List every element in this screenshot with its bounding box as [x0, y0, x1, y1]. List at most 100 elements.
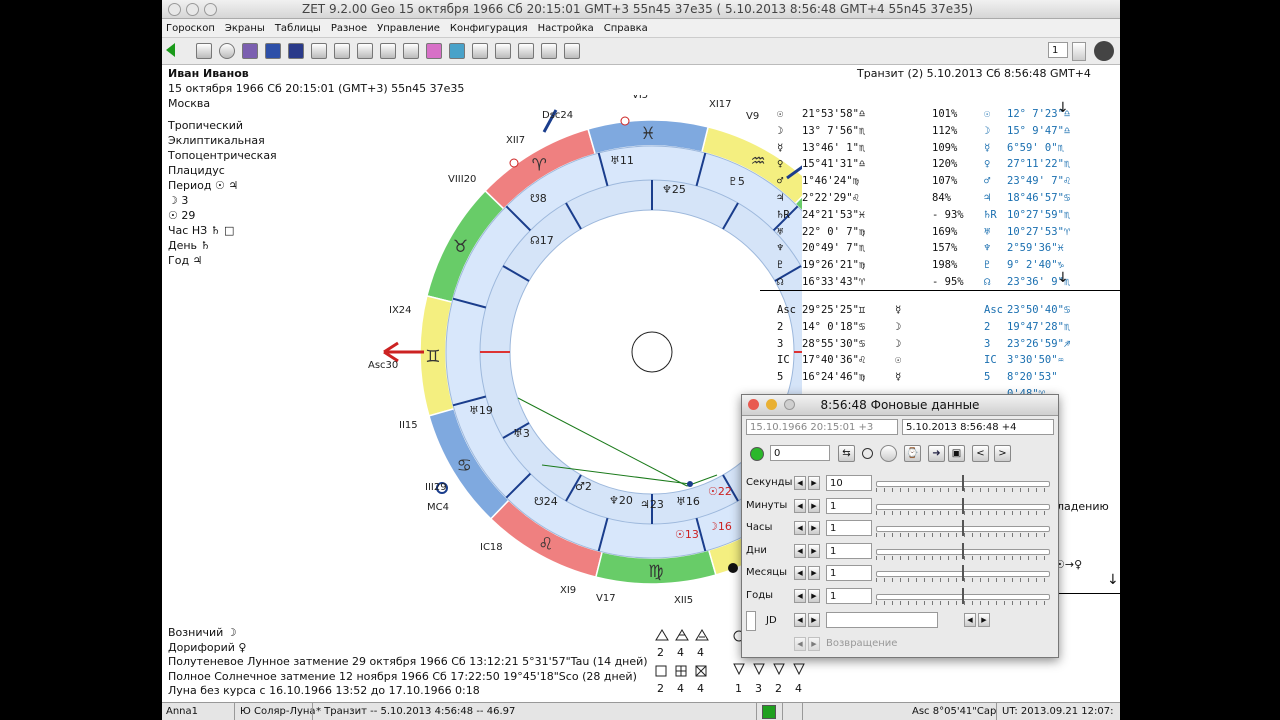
aspect-count-3: 4 [697, 646, 704, 659]
status-indicator-icon[interactable] [762, 705, 776, 719]
minimize-window-button[interactable] [186, 3, 199, 16]
jd-right-arrow[interactable]: ▶ [808, 613, 820, 627]
close-window-button[interactable] [168, 3, 181, 16]
menu-item-5[interactable]: Конфигурация [450, 23, 528, 34]
step-decrement-button[interactable]: ◀ [794, 543, 806, 558]
house-label: MC4 [427, 502, 449, 513]
step-slider[interactable] [876, 475, 1050, 495]
jd-toggle[interactable] [746, 611, 756, 631]
small-circle-icon[interactable] [862, 448, 873, 459]
photo-icon[interactable] [311, 43, 327, 59]
house-label: II15 [399, 420, 418, 431]
menu-item-2[interactable]: Таблицы [275, 23, 321, 34]
transit-longitude: 15° 9'47"♎ [1007, 124, 1071, 137]
step-value-field[interactable]: 1 [826, 565, 872, 581]
step-row: Дни ◀ ▶ 1 [742, 542, 1058, 565]
step-decrement-button[interactable]: ◀ [794, 521, 806, 535]
step-decrement-button[interactable]: ◀ [794, 566, 806, 580]
config-icon[interactable] [426, 43, 442, 59]
transit-house-cusp: 23°50'40"♋ [1007, 304, 1071, 316]
bgwin-zoom-button[interactable] [784, 399, 795, 410]
status-tab[interactable]: Ю Соляр-Луна [240, 706, 316, 717]
circle-button[interactable] [880, 445, 897, 462]
background-data-window[interactable]: 8:56:48 Фоновые данные 15.10.1966 20:15:… [741, 394, 1059, 658]
step-value-field[interactable]: 1 [826, 542, 872, 559]
counter-field[interactable]: 0 [770, 445, 830, 461]
bgwin-minimize-button[interactable] [766, 399, 777, 410]
menu-item-1[interactable]: Экраны [225, 23, 265, 34]
list-icon[interactable] [472, 43, 488, 59]
step-value-field[interactable]: 1 [826, 520, 872, 536]
menu-item-4[interactable]: Управление [377, 23, 440, 34]
step-increment-button[interactable]: ▶ [808, 566, 820, 580]
bgwin-close-button[interactable] [748, 399, 759, 410]
apply-button[interactable]: ➜ [928, 445, 945, 462]
tables-icon[interactable] [196, 43, 212, 59]
page-number-field[interactable]: 1 [1048, 42, 1068, 58]
scroll-down-arrow-icon-3[interactable]: ↓ [1107, 572, 1119, 588]
step-forward-button[interactable]: > [994, 445, 1011, 462]
page-stepper[interactable] [1072, 42, 1086, 61]
scroll-down-arrow-icon[interactable]: ↓ [1057, 100, 1069, 116]
zoom-window-button[interactable] [204, 3, 217, 16]
warning-icon[interactable] [541, 43, 557, 59]
map-icon[interactable] [449, 43, 465, 59]
step-increment-button[interactable]: ▶ [808, 476, 820, 490]
menu-item-7[interactable]: Справка [604, 23, 648, 34]
step-value-field[interactable]: 1 [826, 497, 872, 514]
step-increment-button[interactable]: ▶ [808, 588, 820, 603]
menu-item-0[interactable]: Гороскоп [166, 23, 215, 34]
stars-icon[interactable] [288, 43, 304, 59]
step-increment-button[interactable]: ▶ [808, 543, 820, 558]
jd-right-right-arrow[interactable]: ▶ [978, 613, 990, 627]
sync-button[interactable]: ⇆ [838, 445, 855, 462]
transit-longitude: 27°11'22"♏ [1007, 158, 1071, 171]
natal-datetime-field[interactable]: 15.10.1966 20:15:01 +3 [746, 419, 898, 435]
horoscope-wheel[interactable]: ♈♉♊♋♌♍♎♏♐♑♒♓Dsc24VI5XII7XI17V9VIII20MC18… [202, 95, 802, 625]
house-label: XII5 [674, 595, 693, 606]
step-increment-button[interactable]: ▶ [808, 521, 820, 535]
step-back-button[interactable]: < [972, 445, 989, 462]
step-row-label: Часы [746, 522, 773, 533]
step-slider[interactable] [876, 542, 1050, 563]
save-button[interactable]: ▣ [948, 445, 965, 462]
clock-button[interactable]: ⌚ [904, 445, 921, 462]
transit-datetime-field[interactable]: 5.10.2013 8:56:48 +4 [902, 419, 1054, 435]
play-button[interactable] [750, 447, 764, 461]
menu-item-6[interactable]: Настройка [538, 23, 594, 34]
pick-icon[interactable] [518, 43, 534, 59]
jd-left-arrow[interactable]: ◀ [794, 613, 806, 627]
step-slider[interactable] [876, 565, 1050, 585]
wheel-icon[interactable] [242, 43, 258, 59]
chart-icon[interactable] [495, 43, 511, 59]
step-slider[interactable] [876, 587, 1050, 608]
page-icon[interactable] [403, 43, 419, 59]
help-icon[interactable] [564, 43, 580, 59]
step-increment-button[interactable]: ▶ [808, 498, 820, 513]
step-value-field[interactable]: 10 [826, 475, 872, 491]
globe-icon[interactable] [219, 43, 235, 59]
jd-right-left-arrow[interactable]: ◀ [964, 613, 976, 627]
tools-icon[interactable] [357, 43, 373, 59]
step-value-field[interactable]: 1 [826, 587, 872, 604]
step-slider[interactable] [876, 520, 1050, 540]
step-decrement-button[interactable]: ◀ [794, 588, 806, 603]
bgwin-titlebar[interactable]: 8:56:48 Фоновые данные [742, 395, 1058, 416]
natal-percent: 107% [932, 175, 958, 188]
step-decrement-button[interactable]: ◀ [794, 476, 806, 490]
menu-item-3[interactable]: Разное [331, 23, 367, 34]
back-arrow-icon[interactable] [166, 43, 175, 57]
jd-field[interactable] [826, 612, 938, 628]
return-right-arrow[interactable]: ▶ [808, 637, 820, 651]
settings-gear-icon[interactable] [1094, 41, 1114, 61]
scroll-down-arrow-icon-2[interactable]: ↓ [1057, 270, 1069, 286]
g-icon[interactable] [334, 43, 350, 59]
return-left-arrow[interactable]: ◀ [794, 637, 806, 651]
house-label: VIII20 [448, 174, 476, 185]
transit-house-cusp: 19°47'28"♏ [1007, 320, 1071, 333]
step-decrement-button[interactable]: ◀ [794, 498, 806, 513]
step-slider[interactable] [876, 497, 1050, 518]
step-row-label: Месяцы [746, 567, 787, 578]
document-icon[interactable] [380, 43, 396, 59]
grid-icon[interactable] [265, 43, 281, 59]
